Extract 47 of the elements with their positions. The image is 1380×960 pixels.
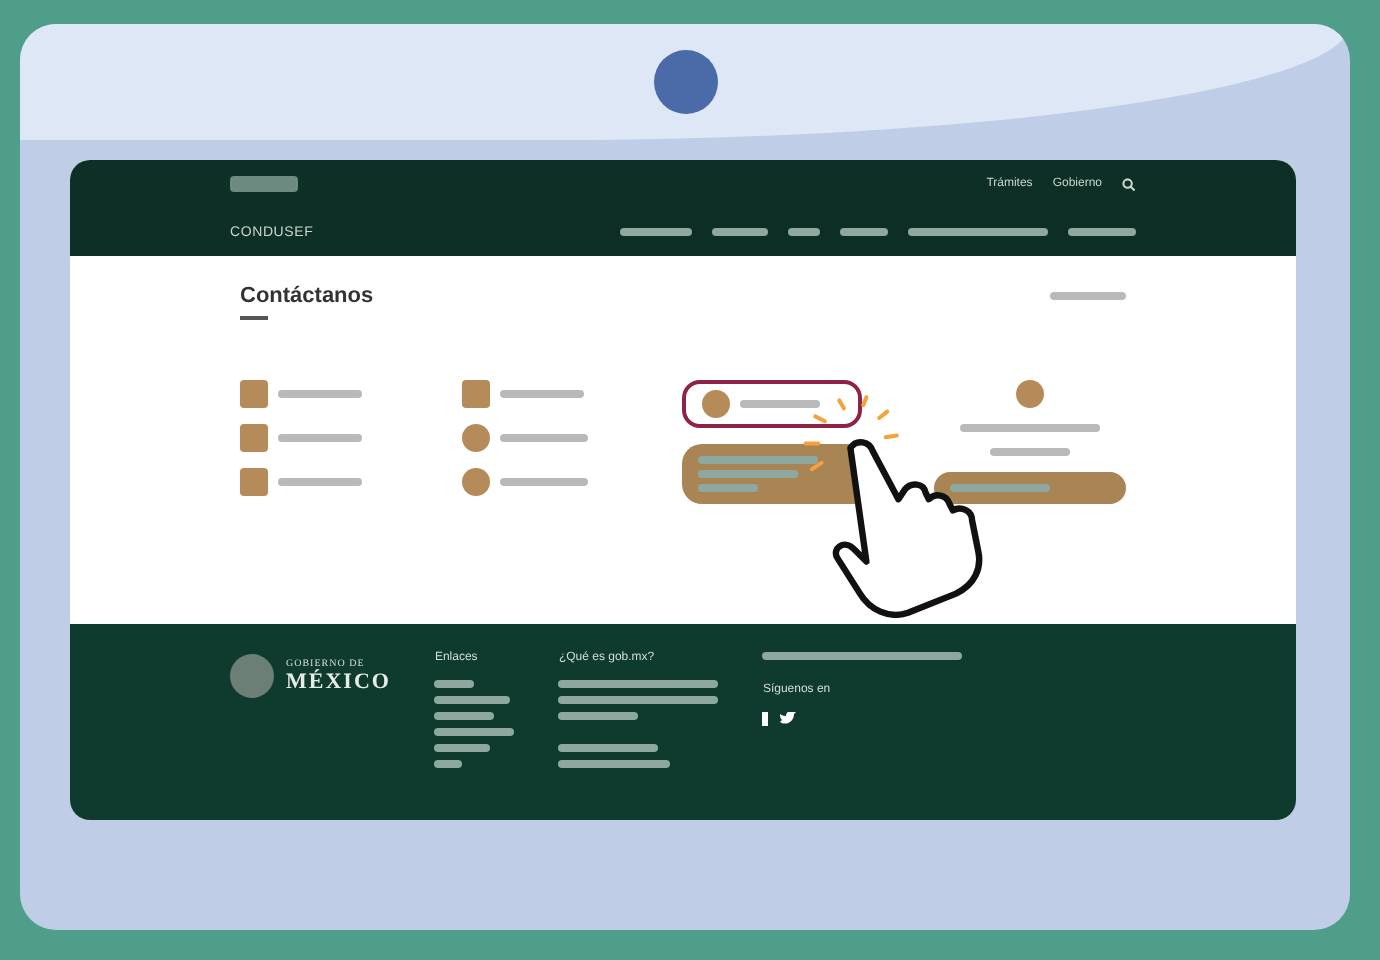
- illegible-text-line: [278, 434, 362, 442]
- illegible-text-line: [434, 696, 511, 704]
- illegible-text-line: [712, 228, 768, 237]
- illegible-text-line: [434, 728, 515, 736]
- illegible-text-line: [698, 470, 798, 478]
- illegible-text-line: [558, 712, 639, 720]
- illegible-text-line: [499, 390, 583, 398]
- circle-icon[interactable]: [1016, 380, 1044, 408]
- illegible-text-line: [434, 680, 475, 688]
- circle-icon: [702, 390, 730, 418]
- illegible-text-line: [698, 484, 758, 492]
- illegible-text-line: [960, 424, 1100, 432]
- tile-icon[interactable]: [240, 380, 268, 408]
- emblem-icon: [230, 654, 274, 698]
- illegible-text-line: [499, 434, 587, 442]
- illegible-text-line: [1050, 292, 1126, 300]
- illegible-text-line: [278, 478, 362, 486]
- section-title: Contáctanos: [240, 284, 374, 308]
- contact-button[interactable]: [934, 472, 1126, 504]
- illegible-text-line: [840, 228, 888, 237]
- illegible-text-line: [434, 744, 491, 752]
- tile-icon[interactable]: [240, 468, 268, 496]
- illegible-text-line: [278, 390, 362, 398]
- highlighted-contact[interactable]: [682, 380, 862, 428]
- search-icon[interactable]: [1122, 177, 1136, 192]
- illegible-text-line: [558, 744, 659, 752]
- illegible-text-line: [620, 228, 692, 237]
- brand-name: MÉXICO: [286, 669, 391, 693]
- illegible-text-line: [990, 448, 1070, 456]
- illegible-text-line: [558, 760, 671, 768]
- camera-icon: [653, 50, 717, 114]
- click-rays-icon: [802, 394, 902, 474]
- tile-icon[interactable]: [240, 424, 268, 452]
- circle-icon[interactable]: [461, 424, 489, 452]
- circle-icon[interactable]: [461, 468, 489, 496]
- tile-icon[interactable]: [461, 380, 489, 408]
- hand-pointer-icon: [828, 438, 988, 618]
- bird-icon[interactable]: [780, 712, 797, 726]
- illegible-text-line: [499, 478, 587, 486]
- illegible-text-line: [1068, 228, 1136, 237]
- illegible-text-line: [434, 760, 463, 768]
- illegible-text-line: [908, 228, 1048, 237]
- illegible-text-line: [434, 712, 495, 720]
- illegible-text-line: [788, 228, 820, 237]
- illegible-text-line: [698, 456, 818, 464]
- illegible-text-line: [740, 400, 820, 408]
- illegible-text-line: [950, 484, 1050, 492]
